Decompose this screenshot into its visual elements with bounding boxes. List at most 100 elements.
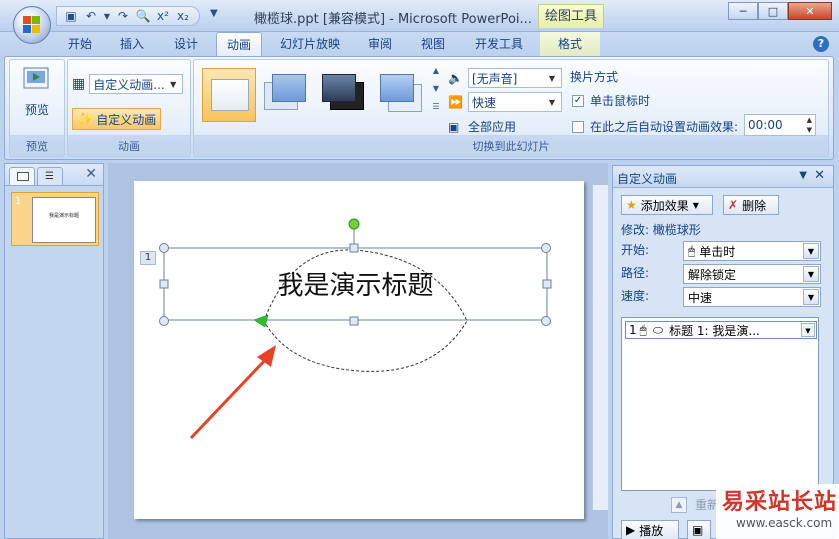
transition-cut[interactable] [374,68,428,122]
auto-after-time-input[interactable]: 00:00 ▲ ▼ [744,114,816,136]
tab-home[interactable]: 开始 [58,32,102,56]
reorder-control[interactable]: ▲ 重新 [671,496,719,513]
gallery-scroll[interactable]: ▲ ▼ ☰ [430,66,442,124]
group-label-transition: 切换到此幻灯片 [472,140,550,153]
sound-icon: 🔈 [448,71,463,85]
transition-fade-black[interactable] [318,68,372,122]
chevron-down-icon[interactable]: ▼ [803,266,819,282]
tab-design[interactable]: 设计 [164,32,208,56]
resize-handle[interactable] [349,316,359,326]
dropdown-arrow-icon[interactable]: ▼ [103,8,111,24]
outline-tab[interactable]: ☰ [37,167,63,185]
slides-tab[interactable] [9,167,35,185]
chevron-down-icon[interactable]: ▼ [801,323,815,337]
office-logo-icon [23,16,41,34]
gallery-up-icon[interactable]: ▲ [430,66,442,84]
print-preview-icon[interactable]: 🔍 [135,8,151,24]
taskpane-menu-icon[interactable]: ▼ [799,170,807,181]
play-icon: ▶ [626,523,636,537]
slides-tab-icon [17,172,29,181]
chevron-down-icon: ▼ [692,200,699,210]
subscript-icon[interactable]: x₂ [175,8,191,24]
slideshow-button[interactable]: ▣ [687,520,711,539]
delete-effect-button[interactable]: ✗ 删除 [723,195,779,215]
chevron-down-icon[interactable]: ▼ [803,243,819,259]
apply-all-icon: ▣ [448,119,460,134]
move-up-icon[interactable]: ▲ [671,496,687,513]
path-label: 路径: [621,266,650,280]
close-icon[interactable]: ✕ [788,2,832,20]
modify-label: 修改: 橄榄球形 [621,223,701,237]
redo-icon[interactable]: ↷ [115,8,131,24]
minimize-icon[interactable]: ─ [728,2,758,20]
animation-order-tag: 1 [140,251,156,265]
tab-slideshow[interactable]: 幻灯片放映 [272,32,348,56]
speed-icon: ⏩ [448,95,463,109]
tab-view[interactable]: 视图 [411,32,455,56]
ribbon: 预览 预览 ▦ 自定义动画... ▼ ✨ 自定义动画 动画 ▲ ▼ ☰ 🔈 [无… [4,56,834,160]
tab-format[interactable]: 格式 [540,32,600,56]
save-icon[interactable]: ▣ [63,8,79,24]
chevron-down-icon: ▼ [170,79,177,89]
slide-canvas[interactable]: 我是演示标题 1 [134,181,584,519]
maximize-icon[interactable]: □ [758,2,788,20]
star-icon: ★ [626,198,637,212]
undo-icon[interactable]: ↶ [83,8,99,24]
slide-thumbnail-title: 我是演示标题 [48,213,79,219]
on-click-checkbox[interactable]: ✓ [572,94,584,107]
quick-access-toolbar: ▣ ↶ ▼ ↷ 🔍 x² x₂ [56,6,200,26]
chevron-down-icon[interactable]: ▼ [803,289,819,305]
group-transition: ▲ ▼ ☰ 🔈 [无声音] ▼ ⏩ 快速 ▼ ▣ 全部应用 换片方式 ✓ 单击鼠… [193,59,829,157]
tab-review[interactable]: 审阅 [358,32,402,56]
start-combo[interactable]: 🖱 单击时 ▼ [683,241,821,261]
transition-sound-combo[interactable]: [无声音] ▼ [468,68,562,88]
on-click-option[interactable]: ✓ 单击鼠标时 [572,92,650,109]
slide-thumbnail-1[interactable]: 1 我是演示标题 [11,192,99,246]
slideshow-icon: ▣ [692,523,704,537]
resize-handle[interactable] [159,316,169,326]
slide-edit-area: 我是演示标题 1 [108,163,608,539]
apply-all-button[interactable]: ▣ 全部应用 [448,118,516,135]
tab-animation[interactable]: 动画 [216,32,262,56]
taskpane-title: 自定义动画 [617,172,678,186]
custom-animation-pane: 自定义动画 ▼ ✕ ★ 添加效果 ▼ ✗ 删除 修改: 橄榄球形 开始: 🖱 单… [612,165,834,539]
list-item[interactable]: 1 🖱 ⬭ 标题 1: 我是演... ▼ [625,321,817,339]
resize-handle[interactable] [349,243,359,253]
custom-animation-button[interactable]: ✨ 自定义动画 [72,108,162,130]
gallery-down-icon[interactable]: ▼ [430,84,442,102]
vertical-scrollbar[interactable] [592,185,608,510]
annotation-arrow [189,355,270,440]
title-bar: ▣ ↶ ▼ ↷ 🔍 x² x₂ ▼ 橄榄球.ppt [兼容模式] - Micro… [0,0,839,32]
resize-handle[interactable] [541,243,551,253]
animate-icon: ▦ [72,76,86,92]
play-button[interactable]: ▶ 播放 [621,520,679,539]
ribbon-tabs: 开始 插入 设计 动画 幻灯片放映 审阅 视图 开发工具 格式 [0,32,839,56]
rotation-handle[interactable] [348,218,360,230]
superscript-icon[interactable]: x² [155,8,171,24]
speed-combo[interactable]: 中速 ▼ [683,287,821,307]
transition-none[interactable] [202,68,256,122]
close-icon[interactable]: ✕ [814,168,825,183]
resize-handle[interactable] [541,316,551,326]
tab-developer[interactable]: 开发工具 [466,32,532,56]
add-effect-button[interactable]: ★ 添加效果 ▼ [621,195,713,215]
help-icon[interactable]: ? [813,36,829,52]
transition-fade-smooth[interactable] [260,68,314,122]
customize-qat-icon[interactable]: ▼ [210,8,218,19]
slide-title[interactable]: 我是演示标题 [164,265,547,302]
outline-tab-icon: ☰ [45,171,54,182]
close-icon[interactable]: ✕ [85,166,97,182]
transition-speed-combo[interactable]: 快速 ▼ [468,92,562,112]
custom-animation-icon: ✨ [77,111,94,127]
spinner-icon[interactable]: ▲ ▼ [807,115,812,135]
chevron-down-icon: ▼ [548,97,556,107]
gallery-more-icon[interactable]: ☰ [430,102,442,120]
tab-insert[interactable]: 插入 [110,32,154,56]
preview-button[interactable]: 预览 [14,64,60,118]
path-combo[interactable]: 解除锁定 ▼ [683,264,821,284]
auto-after-option[interactable]: 在此之后自动设置动画效果: [572,118,738,135]
animate-combo[interactable]: 自定义动画... ▼ [89,74,184,94]
resize-handle[interactable] [159,243,169,253]
auto-after-checkbox[interactable] [572,120,584,133]
office-button[interactable] [13,6,51,44]
